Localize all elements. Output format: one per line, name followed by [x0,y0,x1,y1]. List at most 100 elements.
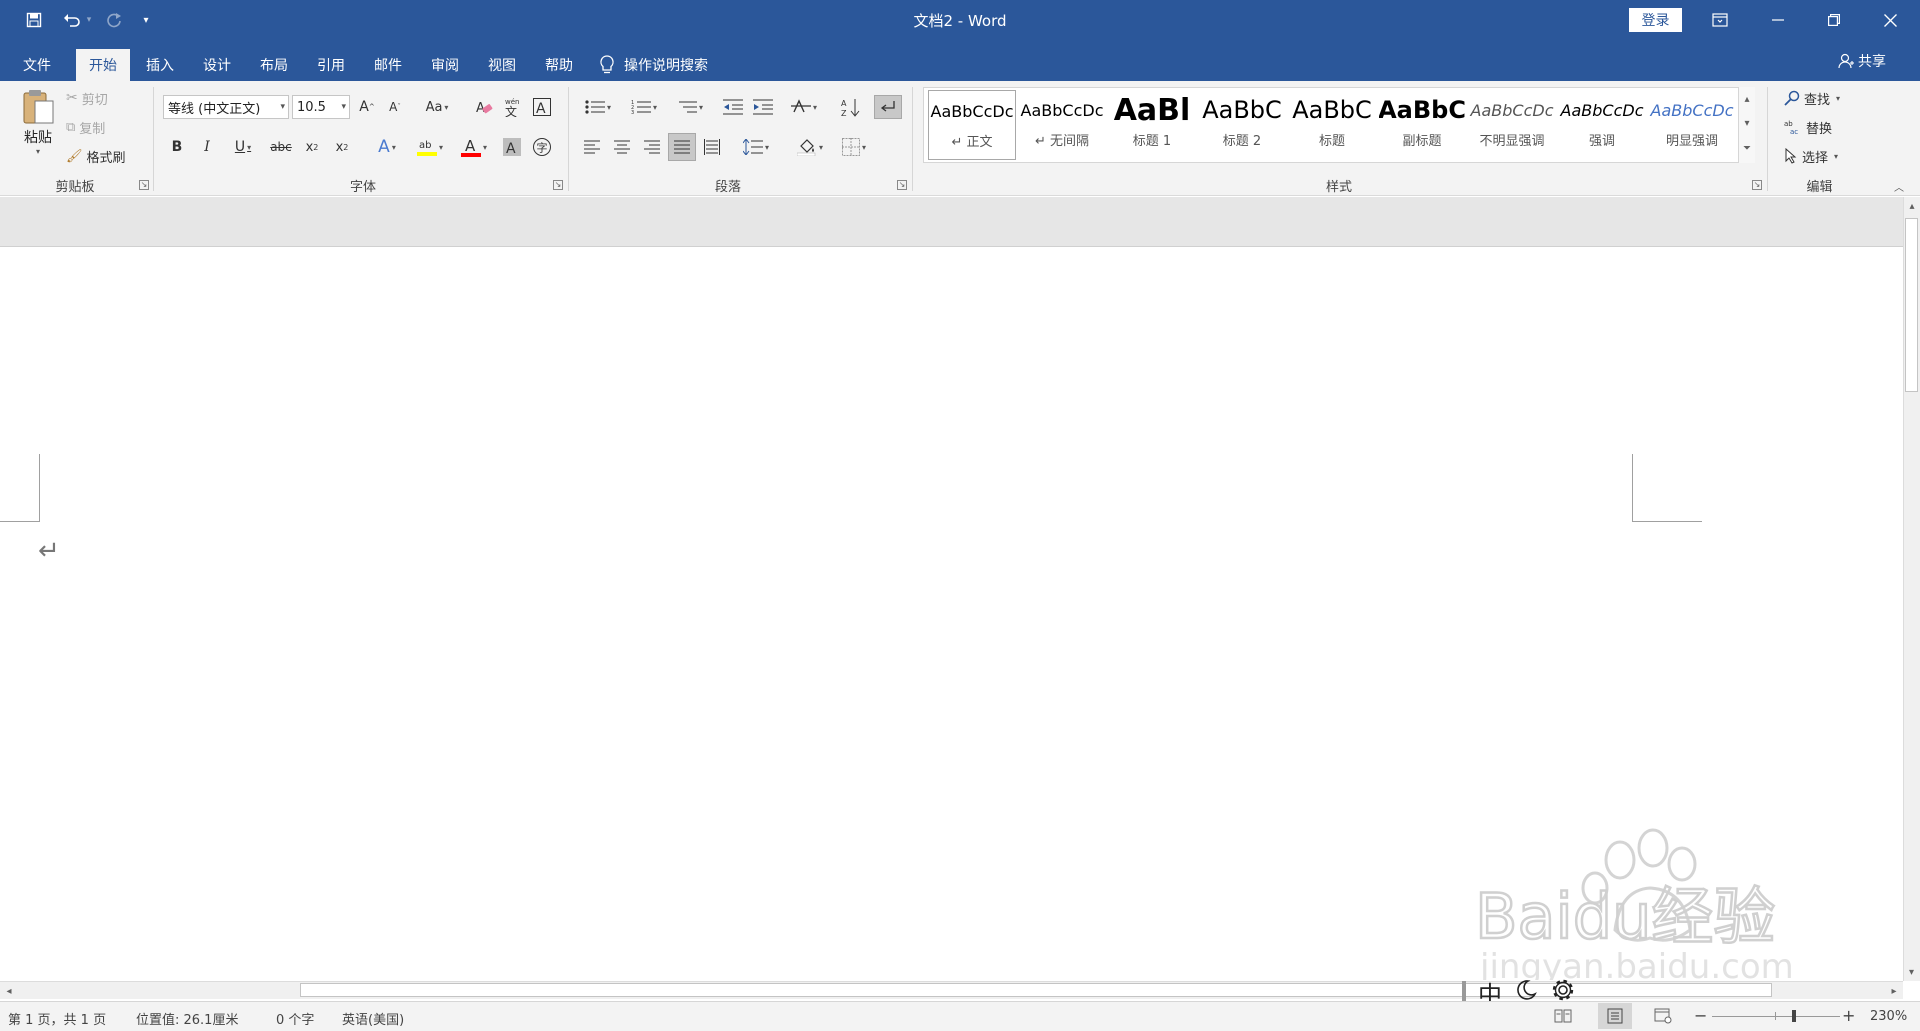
font-dialog-launcher-icon[interactable]: ↘ [553,180,563,190]
style-no-spacing[interactable]: AaBbCcDc ↵ 无间隔 [1018,90,1106,160]
enclose-characters-icon[interactable]: 字 [530,135,554,159]
zoom-level[interactable]: 230% [1870,1009,1907,1024]
phonetic-guide-icon[interactable]: wén 文 [500,95,524,119]
tab-mailings[interactable]: 邮件 [364,49,412,81]
style-subtitle[interactable]: AaBbC 副标题 [1378,90,1466,160]
style-heading-2[interactable]: AaBbC 标题 2 [1198,90,1286,160]
scroll-left-icon[interactable]: ◂ [0,982,18,1000]
styles-dialog-launcher-icon[interactable]: ↘ [1752,180,1762,190]
close-icon[interactable] [1862,0,1918,40]
zoom-in-button[interactable]: + [1842,1006,1855,1025]
gallery-down-icon[interactable]: ▾ [1739,111,1755,135]
bullets-button[interactable]: ▾ [578,95,618,119]
scroll-right-icon[interactable]: ▸ [1885,982,1903,1000]
style-intense-emphasis[interactable]: AaBbCcDc 明显强调 [1648,90,1736,160]
select-button[interactable]: 选择 ▾ [1784,145,1838,167]
font-color-button[interactable]: A ▾ [454,135,494,159]
tab-view[interactable]: 视图 [478,49,526,81]
multilevel-list-button[interactable]: ▾ [670,95,710,119]
distributed-icon[interactable] [700,135,724,159]
zoom-slider-thumb[interactable] [1792,1010,1796,1022]
align-left-icon[interactable] [580,135,604,159]
clear-formatting-icon[interactable]: A [472,95,496,119]
replace-button[interactable]: ab ac 替换 [1784,116,1832,138]
shrink-font-icon[interactable]: Aˇ [384,95,406,119]
tab-help[interactable]: 帮助 [535,49,583,81]
strikethrough-icon[interactable]: abc [268,135,294,159]
undo-dropdown-icon[interactable]: ▾ [82,6,96,34]
bold-icon[interactable]: B [166,135,188,159]
tab-layout[interactable]: 布局 [250,49,298,81]
text-highlight-button[interactable]: ab ▾ [410,135,450,159]
superscript-icon[interactable]: x2 [330,135,354,159]
font-size-combo[interactable]: 10.5 ▾ [292,95,350,119]
justify-icon[interactable] [668,133,696,161]
print-layout-icon[interactable] [1598,1003,1632,1029]
numbering-button[interactable]: 1 2 3 ▾ [624,95,664,119]
style-heading-1[interactable]: AaBl 标题 1 [1108,90,1196,160]
tab-references[interactable]: 引用 [307,49,355,81]
find-button[interactable]: 查找 ▾ [1784,87,1840,109]
align-center-icon[interactable] [610,135,634,159]
page-count[interactable]: 第 1 页，共 1 页 [8,1009,106,1028]
style-emphasis[interactable]: AaBbCcDc 强调 [1558,90,1646,160]
change-case-button[interactable]: Aa ▾ [420,95,454,119]
text-effects-button[interactable]: A ▾ [370,135,404,159]
language[interactable]: 英语(美国) [342,1009,404,1028]
increase-indent-icon[interactable] [750,95,776,119]
share-button[interactable]: 共享 [1838,50,1886,72]
show-formatting-marks-icon[interactable] [874,95,902,119]
vertical-scroll-thumb[interactable] [1905,218,1918,392]
gallery-more-icon[interactable]: ⏷ [1739,135,1755,161]
collapse-ribbon-icon[interactable]: ︿ [1894,179,1904,194]
line-spacing-button[interactable]: ▾ [736,135,776,159]
clipboard-dialog-launcher-icon[interactable]: ↘ [139,180,149,190]
paste-button[interactable]: 粘贴 ▾ [16,87,60,165]
sort-icon[interactable]: AZ [838,95,864,119]
minimize-icon[interactable] [1750,0,1806,40]
chinese-layout-button[interactable]: ▾ [786,95,822,119]
read-mode-icon[interactable] [1554,1008,1572,1028]
subscript-icon[interactable]: x2 [300,135,324,159]
tab-insert[interactable]: 插入 [136,49,184,81]
style-normal[interactable]: AaBbCcDc ↵ 正文 [928,90,1016,160]
vertical-position[interactable]: 位置值: 26.1厘米 [136,1009,238,1028]
scroll-down-icon[interactable]: ▾ [1903,963,1920,981]
scroll-up-icon[interactable]: ▴ [1904,197,1920,215]
ribbon-display-options-icon[interactable] [1692,0,1748,40]
tab-file[interactable]: 文件 [8,49,66,81]
zoom-out-button[interactable]: − [1694,1006,1707,1025]
borders-button[interactable]: ▾ [834,135,874,159]
format-painter-button[interactable]: 🖌 格式刷 [66,145,126,167]
grow-font-icon[interactable]: A ^ [356,95,378,119]
paste-dropdown-icon[interactable]: ▾ [36,147,40,156]
copy-button[interactable]: ⧉ 复制 [66,116,105,138]
ime-drag-handle[interactable] [1462,981,1466,1003]
style-sample: AaBbCcDc [1560,100,1644,120]
tab-review[interactable]: 审阅 [421,49,469,81]
character-shading-icon[interactable]: A [500,135,524,159]
italic-icon[interactable]: I [196,135,218,159]
customize-qat-icon[interactable]: ▾ [136,6,156,34]
align-right-icon[interactable] [640,135,664,159]
decrease-indent-icon[interactable] [720,95,746,119]
shading-button[interactable]: ▾ [790,135,830,159]
zoom-slider-track[interactable] [1712,1016,1840,1017]
gallery-up-icon[interactable]: ▴ [1739,87,1755,111]
word-count[interactable]: 0 个字 [276,1009,314,1028]
save-icon[interactable] [20,6,48,34]
tab-home[interactable]: 开始 [76,49,130,81]
tell-me-search[interactable]: 操作说明搜索 [600,49,740,81]
login-button[interactable]: 登录 [1629,8,1682,32]
style-title[interactable]: AaBbC 标题 [1288,90,1376,160]
font-name-combo[interactable]: 等线 (中文正文) ▾ [163,95,289,119]
tab-design[interactable]: 设计 [193,49,241,81]
restore-icon[interactable] [1806,0,1862,40]
cut-button[interactable]: ✂ 剪切 [66,87,108,109]
character-border-icon[interactable]: A [530,95,554,119]
web-layout-icon[interactable] [1654,1008,1672,1028]
underline-button[interactable]: U ▾ [226,135,260,159]
paragraph-dialog-launcher-icon[interactable]: ↘ [897,180,907,190]
redo-icon[interactable] [100,6,128,34]
style-subtle-emphasis[interactable]: AaBbCcDc 不明显强调 [1468,90,1556,160]
